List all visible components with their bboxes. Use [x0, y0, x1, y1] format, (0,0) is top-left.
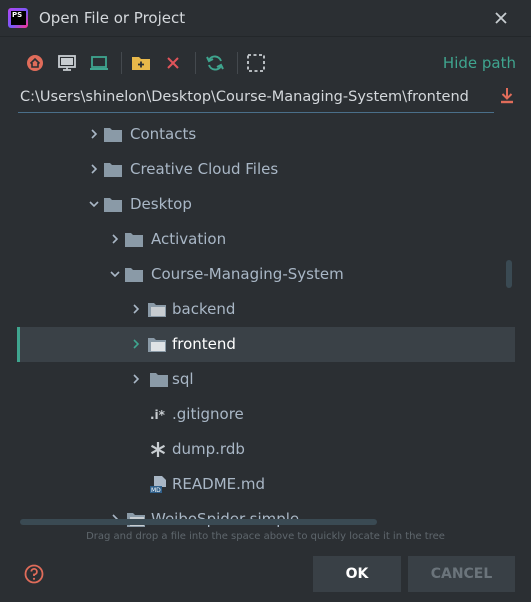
toolbar-separator [121, 52, 122, 74]
folder-icon [104, 128, 122, 142]
select-icon[interactable] [245, 52, 267, 74]
tree-item-gitignore[interactable]: .i* .gitignore [17, 397, 515, 432]
tree-item-desktop[interactable]: Desktop [17, 187, 515, 222]
tree-item-activation[interactable]: Activation [17, 222, 515, 257]
folder-icon [125, 268, 143, 282]
chevron-right-icon[interactable] [110, 234, 120, 244]
chevron-right-icon[interactable] [89, 129, 99, 139]
markdown-file-icon: MD [150, 476, 166, 493]
chevron-right-icon[interactable] [131, 374, 141, 384]
tree-item-label: dump.rdb [172, 440, 245, 458]
folder-icon [104, 198, 122, 212]
toolbar-separator [195, 52, 196, 74]
desktop-icon[interactable] [56, 52, 78, 74]
title-bar: PS Open File or Project [0, 0, 531, 37]
tree-item-course-managing-system[interactable]: Course-Managing-System [17, 257, 515, 292]
help-icon[interactable] [24, 564, 44, 584]
tree-item-label: Contacts [130, 125, 197, 143]
tree-item-readme[interactable]: MD README.md [17, 467, 515, 502]
chevron-right-icon[interactable] [131, 339, 141, 349]
folder-icon [104, 163, 122, 177]
tree-item-label: Desktop [130, 195, 192, 213]
folder-icon [150, 373, 168, 387]
toolbar-separator [237, 52, 238, 74]
tree-item-frontend[interactable]: frontend [17, 327, 515, 362]
tree-item-label: sql [172, 370, 194, 388]
asterisk-file-icon [150, 442, 166, 457]
tree-item-label: frontend [172, 335, 236, 353]
svg-text:.i*: .i* [150, 408, 166, 422]
vertical-scrollbar[interactable] [506, 260, 512, 288]
hide-path-link[interactable]: Hide path [443, 54, 516, 72]
chevron-down-icon[interactable] [89, 199, 99, 209]
close-icon[interactable] [490, 7, 512, 29]
tree-item-creative-cloud-files[interactable]: Creative Cloud Files [17, 152, 515, 187]
tree-item-label: .gitignore [172, 405, 244, 423]
drag-drop-hint: Drag and drop a file into the space abov… [86, 531, 445, 542]
tree-item-backend[interactable]: backend [17, 292, 515, 327]
phpstorm-logo-icon: PS [8, 8, 28, 28]
dialog-title: Open File or Project [39, 9, 186, 27]
path-field-container [18, 84, 496, 113]
chevron-down-icon[interactable] [110, 269, 120, 279]
folder-icon [125, 233, 143, 247]
path-input[interactable] [18, 84, 496, 110]
refresh-icon[interactable] [204, 52, 226, 74]
download-icon[interactable] [498, 86, 516, 106]
file-tree[interactable]: Contacts Creative Cloud Files Desktop Ac… [17, 116, 515, 528]
ok-button[interactable]: OK [313, 556, 401, 592]
tree-item-label: Activation [151, 230, 227, 248]
tree-item-label: README.md [172, 475, 266, 493]
tree-item-label: Course-Managing-System [151, 265, 344, 283]
tree-item-label: backend [172, 300, 236, 318]
horizontal-scrollbar[interactable] [20, 519, 377, 525]
cancel-button[interactable]: CANCEL [408, 556, 515, 592]
tree-item-label: Creative Cloud Files [130, 160, 279, 178]
module-folder-icon [148, 303, 166, 317]
chevron-right-icon[interactable] [89, 164, 99, 174]
tree-item-dump-rdb[interactable]: dump.rdb [17, 432, 515, 467]
module-folder-icon [148, 338, 166, 352]
gitignore-file-icon: .i* [150, 408, 166, 422]
tree-item-sql[interactable]: sql [17, 362, 515, 397]
new-folder-icon[interactable] [130, 52, 152, 74]
delete-icon[interactable] [162, 52, 184, 74]
svg-text:MD: MD [151, 487, 161, 493]
home-icon[interactable] [24, 52, 46, 74]
chevron-right-icon[interactable] [131, 304, 141, 314]
tree-item-contacts[interactable]: Contacts [17, 117, 515, 152]
project-icon[interactable] [88, 52, 110, 74]
